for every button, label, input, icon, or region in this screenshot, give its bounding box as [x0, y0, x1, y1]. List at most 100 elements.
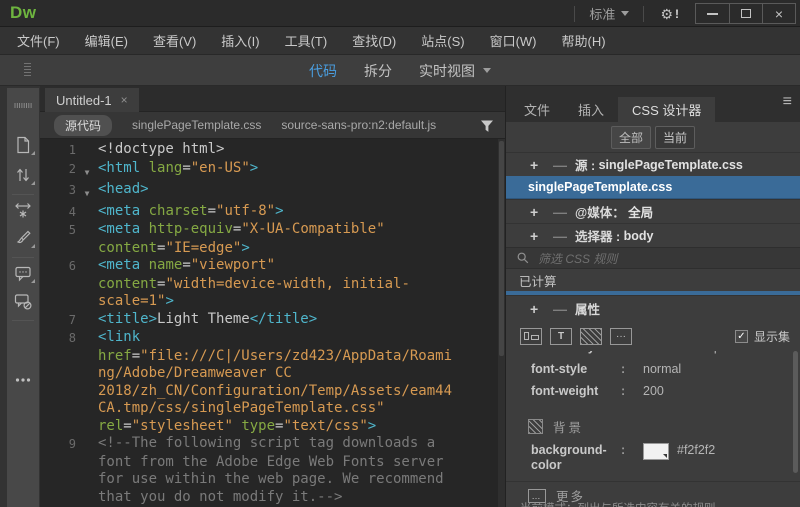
panel-tab-文件[interactable]: 文件 [510, 97, 564, 122]
remove-source-button[interactable]: — [553, 157, 575, 173]
panel-tab-插入[interactable]: 插入 [564, 97, 618, 122]
property-row-font-style[interactable]: font-style:normal [506, 362, 800, 384]
workspace-switcher[interactable]: 标准 [585, 4, 633, 23]
tab-close-icon[interactable]: × [121, 93, 128, 107]
code-line[interactable]: 5<meta http-equiv="X-UA-Compatible" [40, 221, 505, 240]
code-line[interactable]: ng/Adobe/Dreamweaver CC [40, 365, 505, 383]
add-property-button[interactable]: + [530, 301, 553, 317]
filter-funnel-icon[interactable] [478, 117, 496, 135]
menu-item[interactable]: 查看(V) [149, 29, 200, 52]
code-scrollbar[interactable] [498, 139, 505, 507]
css-mode-button[interactable]: 全部 [611, 126, 651, 149]
apply-comment-button[interactable] [11, 262, 35, 284]
remove-media-button[interactable]: — [553, 204, 575, 220]
colon: : [621, 362, 643, 376]
computed-selector-row[interactable]: 已计算 [506, 269, 800, 291]
new-file-button[interactable] [11, 134, 35, 156]
code-line[interactable]: 9<!--The following script tag downloads … [40, 435, 505, 454]
code-line[interactable]: 7<title>Light Theme</title> [40, 311, 505, 330]
format-brush-button[interactable] [11, 227, 35, 249]
view-tab[interactable]: 实时视图 [419, 61, 491, 81]
code-line[interactable]: href="file:///C|/Users/zd423/AppData/Roa… [40, 348, 505, 366]
new-file-icon [13, 135, 33, 155]
remove-selector-button[interactable]: — [553, 228, 575, 244]
view-tab[interactable]: 拆分 [364, 61, 392, 81]
line-number [40, 454, 76, 472]
code-fold-gutter [76, 400, 98, 418]
line-number [40, 348, 76, 366]
background-section-label: 背景 [553, 417, 584, 436]
close-button[interactable]: × [762, 4, 795, 23]
show-set-toggle[interactable]: ✓ 显示集 [735, 328, 790, 345]
remove-property-button[interactable]: — [553, 301, 575, 317]
code-line[interactable]: scale=1"> [40, 293, 505, 311]
remove-comment-button[interactable] [11, 290, 35, 312]
property-row-font-family[interactable]: font-family:source sans pro [506, 351, 800, 362]
wrap-tag-button[interactable] [11, 199, 35, 221]
view-tab[interactable]: 代码 [309, 61, 337, 81]
layout-category-icon[interactable] [520, 328, 542, 345]
panel-menu-icon[interactable]: ≡ [783, 94, 792, 110]
code-editor[interactable]: 1<!doctype html>2▼<html lang="en-US">3▼<… [40, 139, 505, 507]
background-section-header: 背景 [506, 417, 800, 436]
ellipsis-button[interactable] [11, 369, 35, 391]
ellipsis-icon [13, 370, 33, 390]
document-tab[interactable]: Untitled-1 × [45, 88, 139, 112]
menu-item[interactable]: 工具(T) [281, 29, 332, 52]
selectors-label: 选择器 : [575, 226, 624, 245]
code-line[interactable]: 6<meta name="viewport" [40, 257, 505, 276]
code-line[interactable]: 2▼<html lang="en-US"> [40, 160, 505, 182]
menu-item[interactable]: 站点(S) [417, 29, 468, 52]
color-swatch[interactable] [643, 443, 669, 460]
checkbox-checked-icon[interactable]: ✓ [735, 330, 748, 343]
panel-tab-css-designer[interactable]: CSS 设计器 [618, 97, 715, 122]
add-source-button[interactable]: + [530, 157, 553, 173]
related-file-item[interactable]: 源代码 [54, 115, 112, 136]
more-category-icon[interactable]: ··· [610, 328, 632, 345]
code-fold-icon[interactable]: ▼ [76, 160, 98, 182]
code-line[interactable]: 3▼<head> [40, 181, 505, 203]
css-mode-button[interactable]: 当前 [655, 126, 695, 149]
menu-item[interactable]: 插入(I) [217, 29, 263, 52]
code-line[interactable]: 4<meta charset="utf-8"> [40, 203, 505, 222]
scrollbar-thumb[interactable] [499, 141, 504, 356]
code-line[interactable]: CA.tmp/css/singlePageTemplate.css" [40, 400, 505, 418]
notification-badge: ! [675, 7, 679, 21]
code-line[interactable]: rel="stylesheet" type="text/css"> [40, 418, 505, 436]
menu-item[interactable]: 编辑(E) [81, 29, 132, 52]
menu-item[interactable]: 窗口(W) [486, 29, 541, 52]
dreamweaver-window: { "window": { "logo": "Dw", "workspace":… [0, 0, 800, 507]
code-text: content="IE=edge"> [98, 240, 250, 258]
code-text: scale=1"> [98, 293, 174, 311]
code-line[interactable]: 2018/zh_CN/Configuration/Temp/Assets/eam… [40, 383, 505, 401]
property-row-background-color[interactable]: background-color : #f2f2f2 [506, 443, 800, 479]
code-line[interactable]: for use within the web page. We recommen… [40, 471, 505, 489]
code-line[interactable]: 1<!doctype html> [40, 141, 505, 160]
add-media-button[interactable]: + [530, 204, 553, 220]
css-rule-filter[interactable]: 筛选 CSS 规则 [506, 247, 800, 269]
border-category-icon[interactable] [580, 328, 602, 345]
code-line[interactable]: content="IE=edge"> [40, 240, 505, 258]
settings-button[interactable]: ⚙ ! [654, 7, 685, 21]
related-file-item[interactable]: source-sans-pro:n2:default.js [281, 118, 436, 132]
text-category-icon[interactable]: T [550, 328, 572, 345]
menu-item[interactable]: 文件(F) [13, 29, 64, 52]
minimize-button[interactable] [696, 4, 729, 23]
code-line[interactable]: content="width=device-width, initial- [40, 276, 505, 294]
related-file-item[interactable]: singlePageTemplate.css [132, 118, 261, 132]
add-selector-button[interactable]: + [530, 228, 553, 244]
menu-item[interactable]: 帮助(H) [558, 29, 610, 52]
code-fold-icon[interactable]: ▼ [76, 181, 98, 203]
code-line[interactable]: that you do not modify it.--> [40, 489, 505, 507]
code-line[interactable]: font from the Adobe Edge Web Fonts serve… [40, 454, 505, 472]
maximize-button[interactable] [729, 4, 762, 23]
code-text: that you do not modify it.--> [98, 489, 342, 507]
code-fold-gutter [76, 418, 98, 436]
code-line[interactable]: 8<link [40, 329, 505, 348]
sort-arrows-button[interactable] [11, 164, 35, 186]
menu-item[interactable]: 查找(D) [348, 29, 400, 52]
property-row-font-weight[interactable]: font-weight:200 [506, 384, 800, 406]
grip-button[interactable] [11, 94, 35, 116]
source-list-item-selected[interactable]: singlePageTemplate.css [506, 176, 800, 199]
divider [12, 320, 34, 321]
